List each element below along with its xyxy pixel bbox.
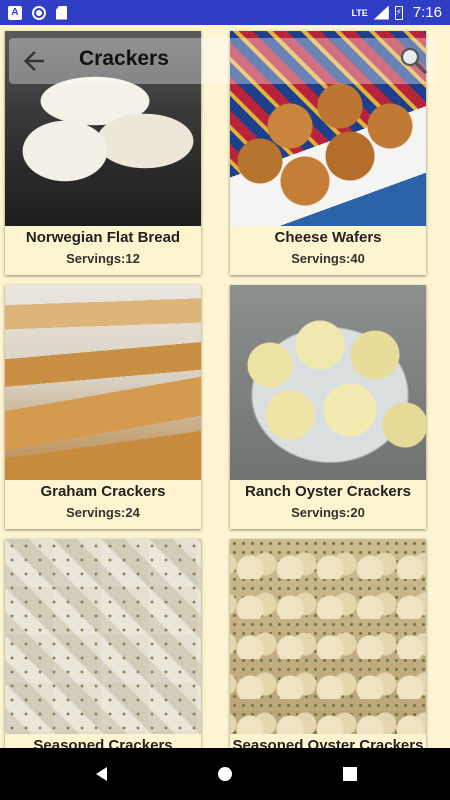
circle-icon [32, 5, 46, 20]
search-icon[interactable] [398, 45, 428, 75]
status-bar: A LTE ⚡ 7:16 [0, 0, 450, 25]
recipe-servings: Servings:20 [291, 505, 365, 520]
recipe-image [230, 539, 426, 734]
recipe-card[interactable]: Seasoned Oyster Crackers [230, 539, 426, 783]
recipe-card[interactable]: Ranch Oyster Crackers Servings:20 [230, 285, 426, 529]
navigation-bar [0, 748, 450, 800]
recipe-card[interactable]: Graham Crackers Servings:24 [5, 285, 201, 529]
recipe-servings: Servings:12 [66, 251, 140, 266]
signal-icon [373, 5, 389, 20]
battery-charging-icon: ⚡ [394, 5, 403, 20]
a-icon: A [8, 5, 22, 20]
recipe-image [5, 285, 201, 480]
recipe-card[interactable]: Seasoned Crackers [5, 539, 201, 783]
recipe-servings: Servings:24 [66, 505, 140, 520]
recipe-title: Graham Crackers [40, 483, 166, 500]
arrow-left-icon[interactable] [19, 46, 49, 76]
recipe-servings: Servings:40 [291, 251, 365, 266]
triangle-back-icon[interactable] [92, 764, 112, 784]
recipe-image [5, 539, 201, 734]
recipe-title: Ranch Oyster Crackers [245, 483, 411, 500]
clock: 7:16 [412, 4, 442, 21]
page-title: Crackers [79, 47, 169, 70]
search-toolbar: Crackers [9, 38, 436, 84]
sd-card-icon [56, 5, 67, 20]
circle-home-icon[interactable] [215, 764, 235, 784]
recipe-title: Norwegian Flat Bread [25, 229, 181, 246]
network-type: LTE [351, 7, 368, 18]
square-recent-icon[interactable] [340, 764, 360, 784]
recipe-title: Cheese Wafers [274, 229, 382, 246]
recipe-image [230, 285, 426, 480]
